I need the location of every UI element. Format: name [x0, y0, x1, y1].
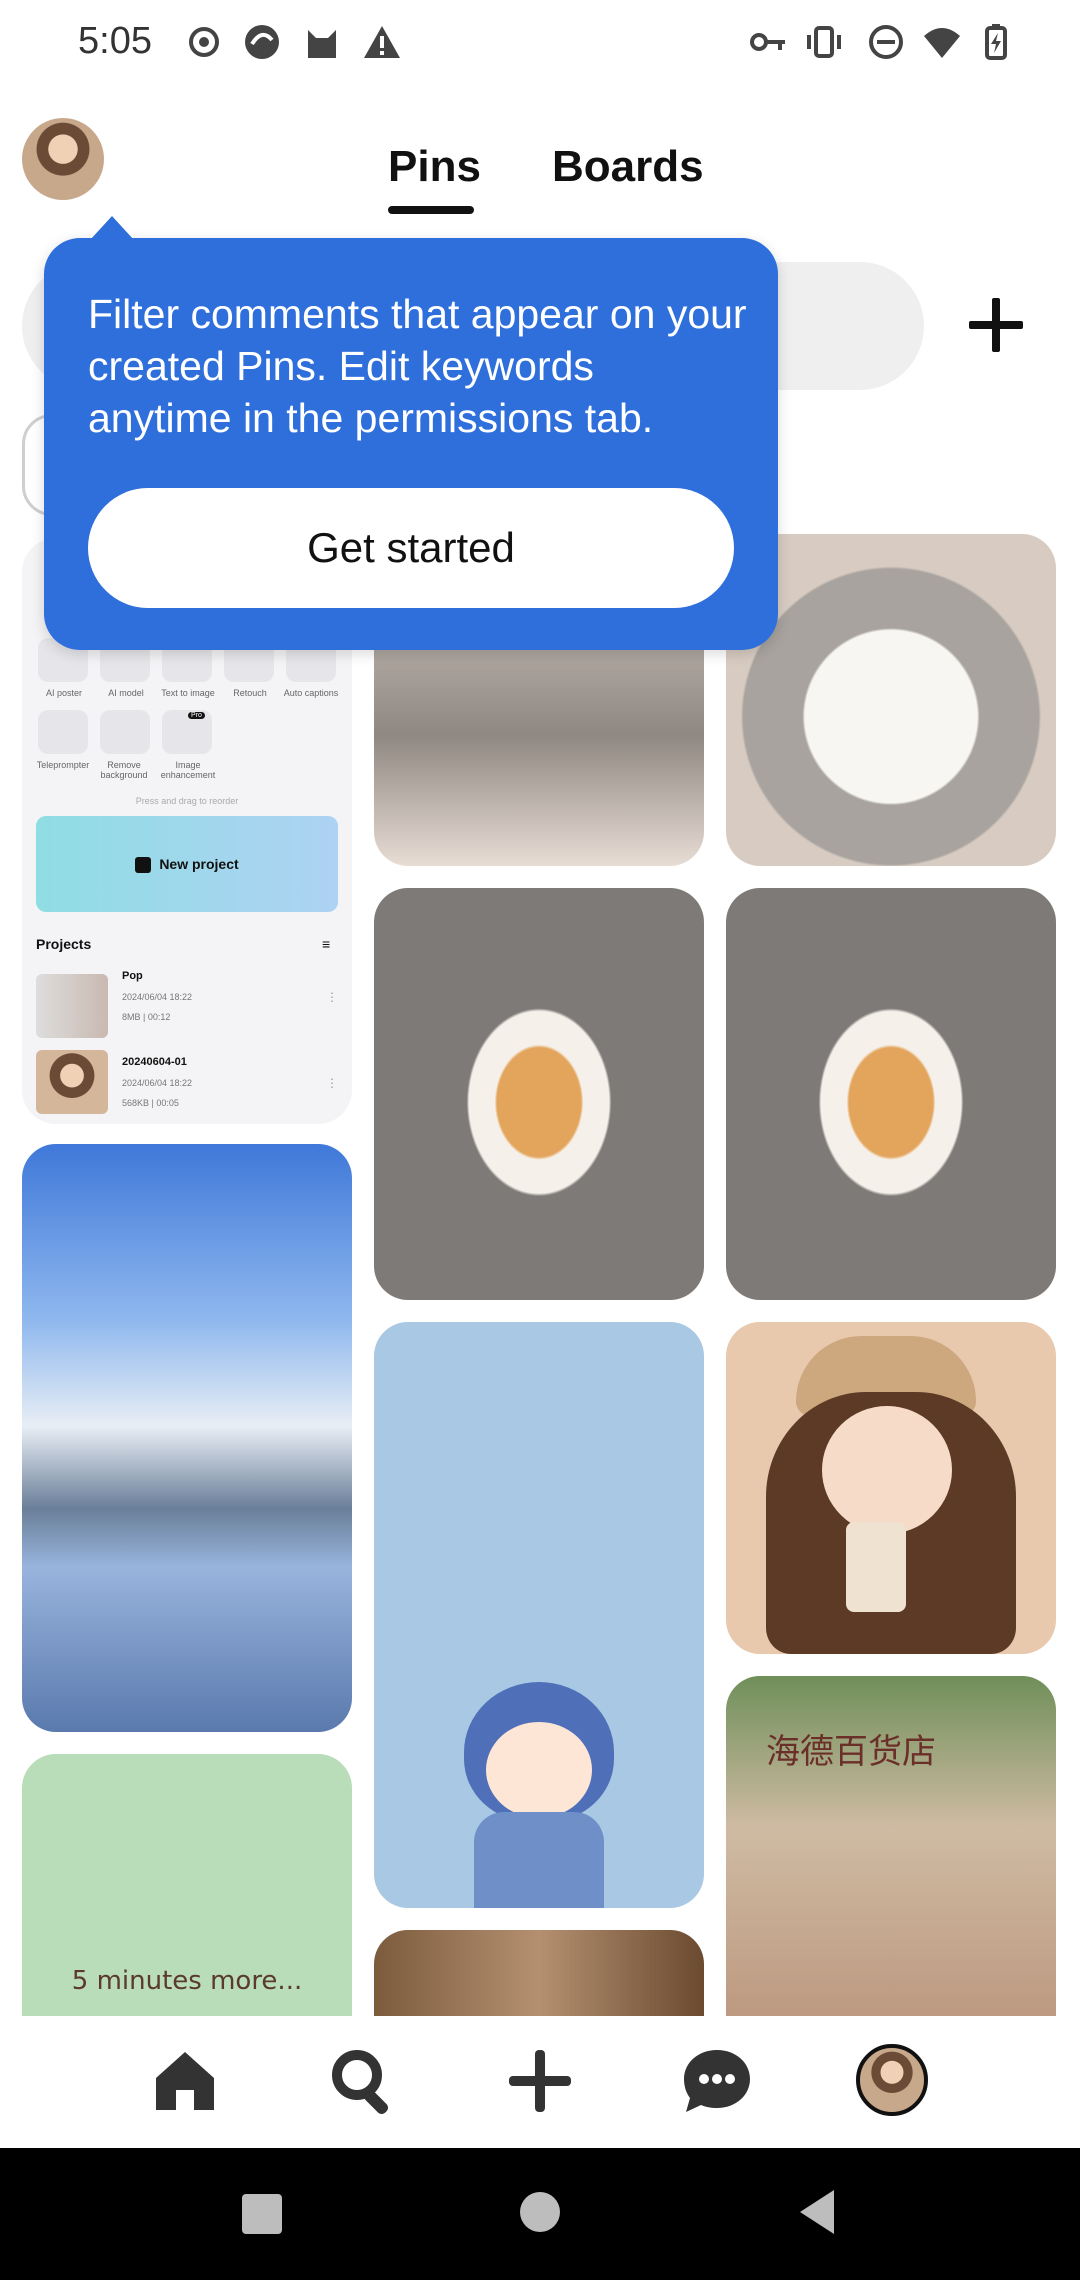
project-thumbnail [36, 974, 108, 1038]
more-icon: ⋮ [326, 990, 338, 1004]
project-date: 2024/06/04 18:22 [122, 1078, 193, 1088]
home-icon[interactable] [148, 2044, 222, 2118]
warning-icon [364, 26, 400, 58]
cat-notification-icon [308, 30, 336, 58]
pin-green-card[interactable]: 5 minutes more... [22, 1754, 352, 2054]
tool-label: AI model [108, 688, 144, 698]
record-icon [189, 27, 219, 57]
plus-icon[interactable] [966, 290, 1026, 360]
project-date: 2024/06/04 18:22 [122, 992, 193, 1002]
profile-avatar[interactable] [22, 118, 104, 200]
anime-face [822, 1406, 952, 1534]
tab-pins[interactable]: Pins [388, 142, 481, 192]
vpn-key-icon [750, 33, 785, 51]
tab-boards[interactable]: Boards [552, 142, 704, 192]
drink-cup [846, 1522, 906, 1612]
create-icon[interactable] [503, 2044, 577, 2118]
tool-label: Retouch [233, 688, 267, 698]
back-icon[interactable] [796, 2188, 838, 2236]
tool-label: Text to image [161, 688, 215, 698]
reorder-hint: Press and drag to reorder [135, 796, 239, 806]
new-project-label: New project [159, 856, 239, 872]
more-icon: ⋮ [326, 1076, 338, 1090]
get-started-button[interactable]: Get started [88, 488, 734, 608]
tool-label: Remove background [100, 760, 148, 780]
tool-label: Auto captions [283, 688, 339, 698]
search-icon[interactable] [326, 2044, 400, 2118]
status-time: 5:05 [78, 20, 152, 62]
do-not-disturb-icon [869, 25, 903, 59]
project-name: 20240604-01 [122, 1056, 187, 1068]
bottom-navigation [0, 2016, 1080, 2148]
shop-sign: 海德百货店 [766, 1732, 936, 1772]
tab-selected-indicator [388, 206, 474, 214]
project-name: Pop [122, 970, 143, 982]
pin-cat-lap-duplicate[interactable] [726, 888, 1056, 1300]
profile-nav-avatar[interactable] [856, 2044, 928, 2116]
anime-body [474, 1812, 604, 1908]
pro-badge: Pro [188, 712, 205, 719]
vibrate-icon [807, 26, 841, 58]
pin-anime-blue-girl[interactable] [374, 1322, 704, 1908]
battery-charging-icon [985, 24, 1007, 60]
pin-caption: 5 minutes more... [71, 1966, 303, 1996]
status-bar: 5:05 [0, 0, 1080, 90]
tool-label: AI poster [45, 688, 83, 698]
pin-cat-lap[interactable] [374, 888, 704, 1300]
comment-filter-tooltip: Filter comments that appear on your crea… [44, 238, 778, 650]
teleprompter-icon [38, 710, 88, 754]
projects-heading: Projects [36, 936, 92, 952]
new-project-button: New project [36, 816, 338, 912]
project-thumbnail [36, 1050, 108, 1114]
pin-street-reflection[interactable] [22, 1144, 352, 1732]
tool-label: Teleprompter [36, 760, 90, 770]
project-meta: 8MB | 00:12 [122, 1012, 171, 1022]
system-navigation-bar [0, 2148, 1080, 2280]
plus-icon [135, 857, 152, 874]
remove-background-icon [100, 710, 150, 754]
anime-face [486, 1722, 592, 1818]
tool-label: Image enhancement [160, 760, 216, 780]
project-meta: 568KB | 00:05 [122, 1098, 179, 1108]
sort-icon: ≡ [322, 936, 331, 952]
tooltip-message: Filter comments that appear on your crea… [88, 291, 747, 441]
messages-icon[interactable] [680, 2044, 754, 2118]
tooltip-pointer [90, 216, 134, 240]
recents-icon[interactable] [240, 2192, 284, 2236]
home-button-icon[interactable] [518, 2190, 562, 2234]
app-notification-icon [245, 25, 279, 59]
pin-shop-illustration[interactable]: 海德百货店 [726, 1676, 1056, 2056]
pin-anime-girl-drink[interactable] [726, 1322, 1056, 1654]
wifi-icon [924, 28, 960, 58]
